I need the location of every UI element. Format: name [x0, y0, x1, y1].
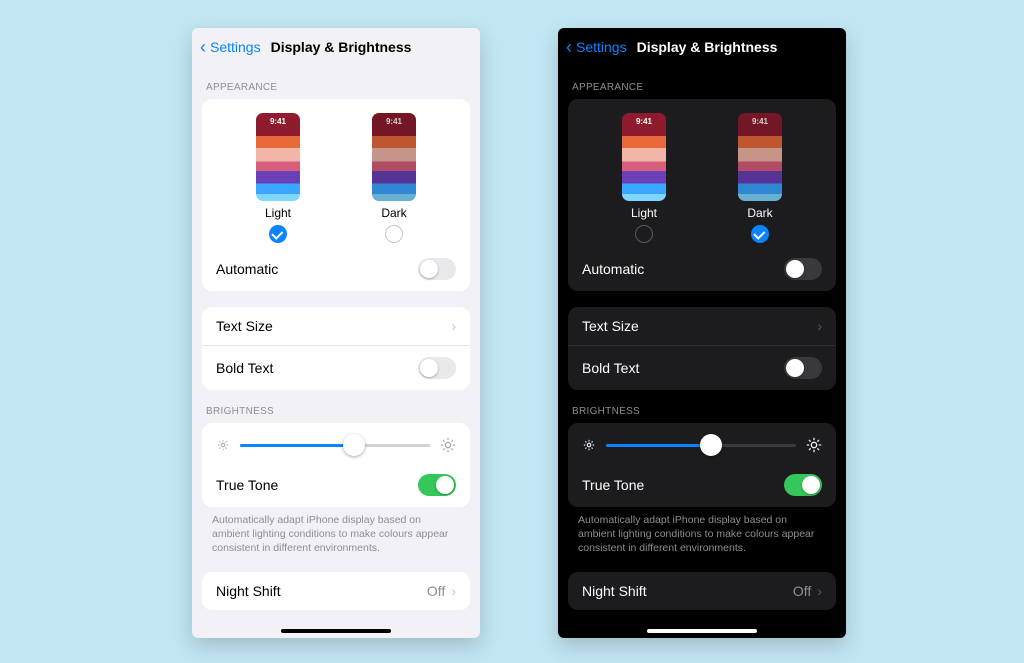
true-tone-row: True Tone	[568, 463, 836, 507]
brightness-header: BRIGHTNESS	[558, 390, 846, 423]
brightness-slider[interactable]	[606, 444, 796, 447]
night-shift-value: Off	[427, 583, 445, 599]
night-shift-label: Night Shift	[582, 583, 647, 599]
automatic-switch[interactable]	[418, 258, 456, 280]
true-tone-row: True Tone	[202, 463, 470, 507]
page-title: Display & Brightness	[637, 39, 778, 55]
brightness-card: True Tone	[202, 423, 470, 507]
thumb-time: 9:41	[256, 117, 300, 126]
true-tone-label: True Tone	[216, 477, 278, 493]
true-tone-footnote: Automatically adapt iPhone display based…	[192, 507, 480, 556]
chevron-right-icon: ›	[817, 318, 822, 334]
light-option-label: Light	[631, 206, 657, 220]
dark-wallpaper-thumb: 9:41	[372, 113, 416, 201]
true-tone-switch[interactable]	[418, 474, 456, 496]
brightness-card: True Tone	[568, 423, 836, 507]
bold-text-switch[interactable]	[418, 357, 456, 379]
night-shift-row[interactable]: Night Shift Off ›	[568, 572, 836, 610]
brightness-slider-row	[202, 423, 470, 463]
appearance-option-dark[interactable]: 9:41 Dark	[372, 113, 416, 243]
night-shift-label: Night Shift	[216, 583, 281, 599]
dark-radio[interactable]	[751, 225, 769, 243]
sun-max-icon	[806, 437, 822, 453]
dark-option-label: Dark	[747, 206, 772, 220]
bold-text-switch[interactable]	[784, 357, 822, 379]
light-radio[interactable]	[635, 225, 653, 243]
text-size-label: Text Size	[582, 318, 639, 334]
thumb-time: 9:41	[372, 117, 416, 126]
chevron-right-icon: ›	[451, 318, 456, 334]
back-button[interactable]: Settings	[576, 39, 627, 55]
text-card: Text Size › Bold Text	[202, 307, 470, 390]
appearance-header: APPEARANCE	[558, 66, 846, 99]
brightness-slider-row	[568, 423, 836, 463]
text-size-label: Text Size	[216, 318, 273, 334]
automatic-label: Automatic	[582, 261, 644, 277]
night-shift-row[interactable]: Night Shift Off ›	[202, 572, 470, 610]
appearance-option-light[interactable]: 9:41 Light	[256, 113, 300, 243]
true-tone-footnote: Automatically adapt iPhone display based…	[558, 507, 846, 556]
thumb-time: 9:41	[738, 117, 782, 126]
page-title: Display & Brightness	[271, 39, 412, 55]
true-tone-switch[interactable]	[784, 474, 822, 496]
chevron-right-icon: ›	[451, 583, 456, 599]
bold-text-row: Bold Text	[568, 345, 836, 390]
light-option-label: Light	[265, 206, 291, 220]
dark-radio[interactable]	[385, 225, 403, 243]
sun-max-icon	[440, 437, 456, 453]
navbar: ‹ Settings Display & Brightness	[192, 28, 480, 66]
back-chevron-icon[interactable]: ‹	[200, 38, 206, 56]
navbar: ‹ Settings Display & Brightness	[558, 28, 846, 66]
dark-wallpaper-thumb: 9:41	[738, 113, 782, 201]
brightness-slider[interactable]	[240, 444, 430, 447]
bold-text-label: Bold Text	[216, 360, 273, 376]
thumb-time: 9:41	[622, 117, 666, 126]
appearance-header: APPEARANCE	[192, 66, 480, 99]
brightness-header: BRIGHTNESS	[192, 390, 480, 423]
appearance-card: 9:41 Light 9:41 Dark Automatic	[202, 99, 470, 291]
light-mode-screenshot: ‹ Settings Display & Brightness APPEARAN…	[192, 28, 480, 638]
automatic-row: Automatic	[568, 247, 836, 291]
true-tone-label: True Tone	[582, 477, 644, 493]
chevron-right-icon: ›	[817, 583, 822, 599]
bold-text-label: Bold Text	[582, 360, 639, 376]
text-size-row[interactable]: Text Size ›	[202, 307, 470, 345]
dark-option-label: Dark	[381, 206, 406, 220]
text-card: Text Size › Bold Text	[568, 307, 836, 390]
text-size-row[interactable]: Text Size ›	[568, 307, 836, 345]
night-shift-card: Night Shift Off ›	[202, 572, 470, 610]
appearance-option-dark[interactable]: 9:41 Dark	[738, 113, 782, 243]
back-chevron-icon[interactable]: ‹	[566, 38, 572, 56]
back-button[interactable]: Settings	[210, 39, 261, 55]
sun-min-icon	[582, 438, 596, 452]
night-shift-value: Off	[793, 583, 811, 599]
automatic-row: Automatic	[202, 247, 470, 291]
bold-text-row: Bold Text	[202, 345, 470, 390]
light-radio[interactable]	[269, 225, 287, 243]
automatic-label: Automatic	[216, 261, 278, 277]
appearance-option-light[interactable]: 9:41 Light	[622, 113, 666, 243]
light-wallpaper-thumb: 9:41	[622, 113, 666, 201]
sun-min-icon	[216, 438, 230, 452]
night-shift-card: Night Shift Off ›	[568, 572, 836, 610]
home-indicator[interactable]	[281, 629, 391, 633]
light-wallpaper-thumb: 9:41	[256, 113, 300, 201]
appearance-card: 9:41 Light 9:41 Dark Automatic	[568, 99, 836, 291]
dark-mode-screenshot: ‹ Settings Display & Brightness APPEARAN…	[558, 28, 846, 638]
home-indicator[interactable]	[647, 629, 757, 633]
automatic-switch[interactable]	[784, 258, 822, 280]
